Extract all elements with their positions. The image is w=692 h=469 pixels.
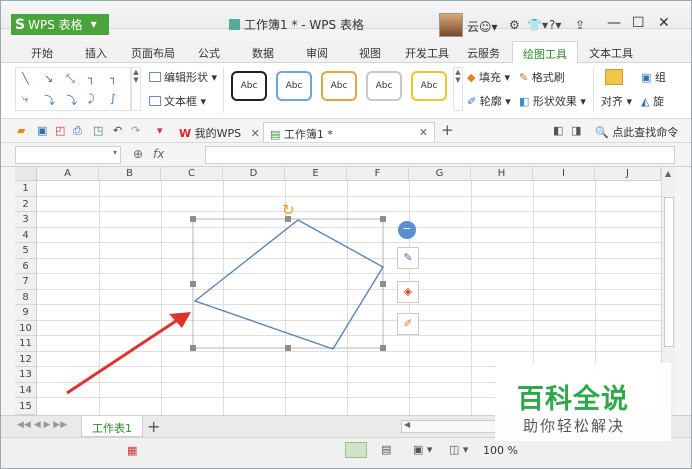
annotation-arrowhead [169,312,191,328]
add-sheet-icon[interactable]: + [147,417,160,436]
annotation-arrow [66,317,180,395]
selection-box [192,218,384,349]
wps-window: S WPS 表格 ▼ 工作簿1 * - WPS 表格 云☺▾ ⚙ 👕▾ ?▾ ⇪… [0,0,692,469]
watermark-panel: 百科全说 助你轻松解决 [495,363,671,441]
page-layout-view-icon[interactable]: ▣ ▾ [413,443,432,456]
collapse-icon[interactable]: − [398,221,416,239]
sheet-nav-icons[interactable]: ◀◀ ◀ ▶ ▶▶ [17,420,67,430]
scroll-up-icon[interactable]: ▲ [665,169,671,178]
status-bar: ▦ ▤ ▣ ▾ ◫ ▾ 100 % [1,437,691,468]
shape-style-icon[interactable]: ✎ [397,247,419,269]
resize-handle[interactable] [190,345,196,351]
reading-mode-icon[interactable]: ◫ ▾ [449,443,468,456]
scroll-left-icon[interactable]: ◀ [404,420,410,429]
watermark-title: 百科全说 [517,384,629,415]
resize-handle[interactable] [190,281,196,287]
calendar-icon[interactable]: ▦ [127,444,137,457]
scroll-thumb[interactable] [664,197,674,347]
outline-color-icon[interactable]: ✐ [397,313,419,335]
page-break-view-icon[interactable]: ▤ [381,443,391,456]
resize-handle[interactable] [285,216,291,222]
fill-color-icon[interactable]: ◈ [397,281,419,303]
resize-handle[interactable] [380,216,386,222]
sheet-tab-1[interactable]: 工作表1 [81,416,143,437]
freeform-quadrilateral-shape[interactable] [193,219,384,350]
resize-handle[interactable] [380,281,386,287]
zoom-level[interactable]: 100 % [483,444,518,457]
normal-view-button[interactable] [345,442,367,458]
resize-handle[interactable] [285,345,291,351]
horizontal-scrollbar[interactable]: ◀ [401,420,496,433]
watermark-subtitle: 助你轻松解决 [523,417,626,435]
resize-handle[interactable] [190,216,196,222]
resize-handle[interactable] [380,345,386,351]
